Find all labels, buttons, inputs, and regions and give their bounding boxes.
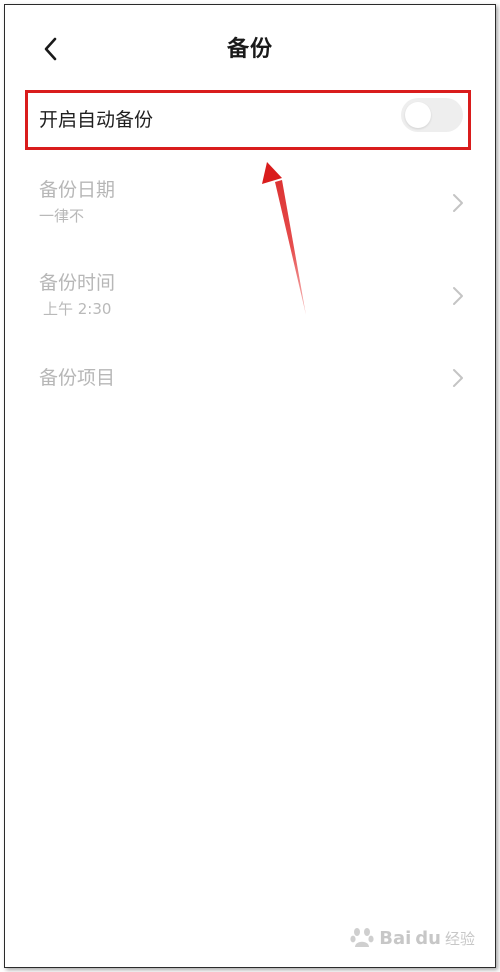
paw-logo-icon bbox=[350, 928, 374, 947]
backup-items-label: 备份项目 bbox=[39, 367, 116, 389]
top-bar: 备份 bbox=[5, 5, 495, 85]
chevron-right-icon bbox=[453, 194, 463, 212]
toggle-knob bbox=[405, 102, 431, 128]
backup-time-label: 备份时间 bbox=[39, 272, 116, 294]
backup-date-label: 备份日期 bbox=[39, 179, 116, 201]
watermark-brand-2: du bbox=[415, 927, 441, 949]
page-title: 备份 bbox=[226, 37, 273, 62]
auto-backup-toggle[interactable] bbox=[401, 98, 463, 132]
phone-screen: 备份 开启自动备份 备份日期 一律不 备份时间 上午 2:30 备份项目 Bai… bbox=[4, 4, 496, 968]
backup-items-row[interactable]: 备份项目 bbox=[5, 363, 495, 393]
backup-time-value: 上午 2:30 bbox=[43, 300, 112, 318]
watermark-brand: Bai bbox=[379, 927, 412, 949]
backup-date-row[interactable]: 备份日期 一律不 bbox=[5, 175, 495, 235]
baidu-jingyan-watermark: Bai du 经验 bbox=[349, 925, 475, 951]
backup-date-value: 一律不 bbox=[39, 207, 85, 225]
chevron-right-icon bbox=[453, 287, 463, 305]
auto-backup-label: 开启自动备份 bbox=[39, 109, 154, 131]
chevron-right-icon bbox=[453, 369, 463, 387]
backup-time-row[interactable]: 备份时间 上午 2:30 bbox=[5, 268, 495, 328]
watermark-suffix: 经验 bbox=[444, 929, 475, 948]
